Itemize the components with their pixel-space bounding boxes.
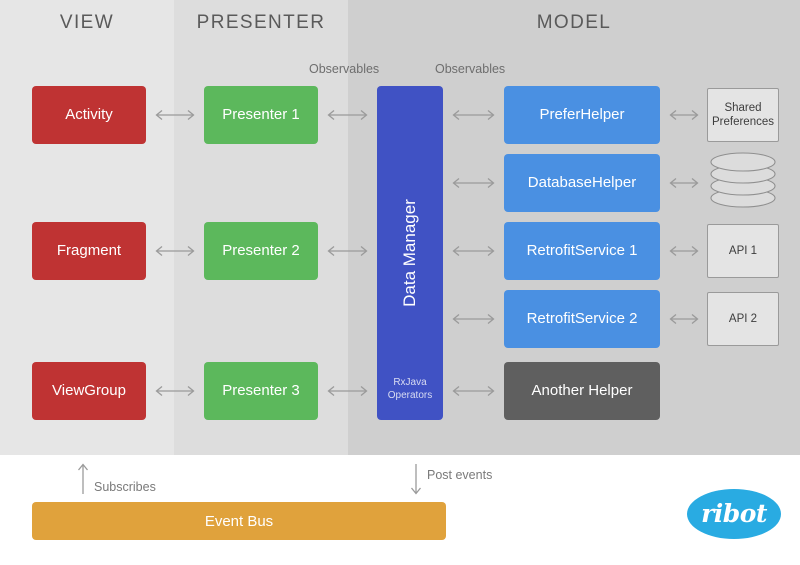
- ribot-logo-text: ribot: [701, 498, 767, 528]
- node-another-helper[interactable]: Another Helper: [504, 362, 660, 420]
- column-title-presenter: PRESENTER: [196, 12, 326, 33]
- arrow-post-events-down: [409, 462, 423, 496]
- node-data-manager[interactable]: Data Manager RxJava Operators: [377, 86, 443, 420]
- arrow-presenter1-datamanager: [324, 109, 371, 121]
- external-api-1[interactable]: API 1: [707, 224, 779, 278]
- node-retrofit-service-2[interactable]: RetrofitService 2: [504, 290, 660, 348]
- node-retrofit-service-1[interactable]: RetrofitService 1: [504, 222, 660, 280]
- arrow-viewgroup-presenter3: [152, 385, 198, 397]
- node-database-helper[interactable]: DatabaseHelper: [504, 154, 660, 212]
- shared-preferences-label-line1: Shared: [724, 101, 762, 114]
- arrow-datamanager-preferhelper: [449, 109, 498, 121]
- arrow-databasehelper-database: [666, 177, 702, 189]
- ribot-logo-ellipse: ribot: [687, 489, 781, 539]
- node-activity-label: Activity: [65, 106, 113, 124]
- arrow-retrofit1-api1: [666, 245, 702, 257]
- architecture-diagram: VIEW PRESENTER MODEL Activity Fragment V…: [0, 0, 800, 565]
- label-observables-presenter: Observables: [309, 62, 380, 76]
- node-fragment-label: Fragment: [56, 242, 122, 260]
- label-subscribes: Subscribes: [94, 480, 156, 494]
- ribot-logo: ribot: [687, 489, 781, 539]
- arrow-preferhelper-sharedpreferences: [666, 109, 702, 121]
- arrow-retrofit2-api2: [666, 313, 702, 325]
- node-event-bus[interactable]: Event Bus: [32, 502, 446, 540]
- node-presenter-1-label: Presenter 1: [222, 106, 300, 124]
- arrow-datamanager-anotherhelper: [449, 385, 498, 397]
- arrow-subscribes-up: [76, 462, 90, 496]
- node-activity[interactable]: Activity: [32, 86, 146, 144]
- label-observables-model: Observables: [435, 62, 506, 76]
- node-presenter-1[interactable]: Presenter 1: [204, 86, 318, 144]
- arrow-presenter3-datamanager: [324, 385, 371, 397]
- node-presenter-2-label: Presenter 2: [222, 242, 300, 260]
- node-data-manager-label-wrap: Data Manager: [377, 86, 443, 420]
- arrow-datamanager-databasehelper: [449, 177, 498, 189]
- node-database-helper-label: DatabaseHelper: [527, 174, 637, 192]
- column-title-model: MODEL: [536, 12, 612, 33]
- external-shared-preferences[interactable]: Shared Preferences: [707, 88, 779, 142]
- node-prefer-helper-label: PreferHelper: [539, 106, 625, 124]
- node-retrofit-service-1-label: RetrofitService 1: [526, 242, 638, 260]
- node-prefer-helper[interactable]: PreferHelper: [504, 86, 660, 144]
- node-data-manager-label: Data Manager: [400, 199, 420, 307]
- node-data-manager-sublabel: RxJava Operators: [377, 377, 443, 402]
- node-presenter-2[interactable]: Presenter 2: [204, 222, 318, 280]
- data-manager-sublabel-line1: RxJava: [393, 377, 427, 388]
- shared-preferences-label-line2: Preferences: [711, 116, 774, 128]
- node-another-helper-label: Another Helper: [531, 382, 633, 400]
- arrow-presenter2-datamanager: [324, 245, 371, 257]
- column-title-view: VIEW: [59, 12, 115, 33]
- arrow-activity-presenter1: [152, 109, 198, 121]
- node-fragment[interactable]: Fragment: [32, 222, 146, 280]
- api-2-label: API 2: [728, 312, 758, 325]
- arrow-datamanager-retrofit1: [449, 245, 498, 257]
- external-api-2[interactable]: API 2: [707, 292, 779, 346]
- label-post-events: Post events: [427, 468, 493, 482]
- api-1-label: API 1: [728, 244, 758, 257]
- data-manager-sublabel-line2: Operators: [387, 389, 433, 401]
- node-presenter-3-label: Presenter 3: [222, 382, 300, 400]
- node-retrofit-service-2-label: RetrofitService 2: [526, 310, 638, 328]
- database-cylinder-icon: [707, 152, 779, 214]
- arrow-datamanager-retrofit2: [449, 313, 498, 325]
- node-viewgroup[interactable]: ViewGroup: [32, 362, 146, 420]
- node-viewgroup-label: ViewGroup: [52, 382, 126, 400]
- node-event-bus-label: Event Bus: [204, 512, 274, 530]
- arrow-fragment-presenter2: [152, 245, 198, 257]
- node-presenter-3[interactable]: Presenter 3: [204, 362, 318, 420]
